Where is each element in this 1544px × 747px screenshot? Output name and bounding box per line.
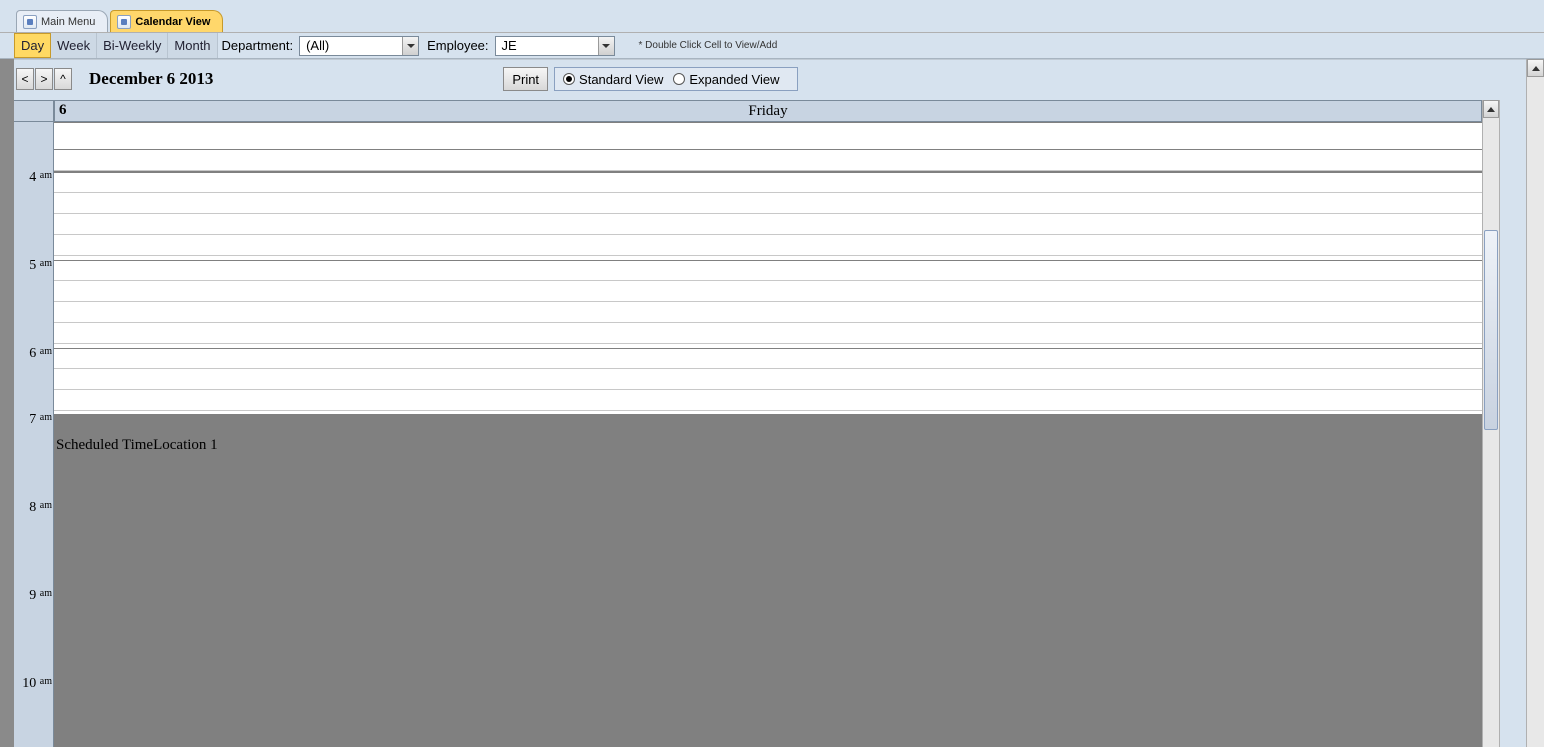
document-tabs: Main Menu Calendar View — [0, 0, 1544, 33]
time-cell[interactable] — [54, 302, 1482, 323]
time-grid: 4 am5 am6 am7 am8 am9 am10 am Scheduled … — [14, 122, 1482, 747]
radio-label: Expanded View — [689, 72, 779, 87]
scroll-up-icon[interactable] — [1527, 59, 1544, 77]
time-cell[interactable] — [54, 281, 1482, 302]
nav-row: < > ^ December 6 2013 Print Standard Vie… — [14, 60, 1530, 94]
tab-label: Calendar View — [135, 16, 210, 28]
time-cell[interactable] — [54, 390, 1482, 411]
employee-combo[interactable]: JE — [495, 36, 615, 56]
department-label: Department: — [218, 38, 300, 53]
view-tab-month[interactable]: Month — [168, 33, 217, 58]
hour-label: 5 am — [14, 258, 54, 274]
radio-standard-view[interactable]: Standard View — [563, 72, 663, 87]
tab-main-menu[interactable]: Main Menu — [16, 10, 108, 32]
view-range-tabs: Day Week Bi-Weekly Month — [14, 33, 218, 58]
time-gutter-header — [14, 101, 54, 121]
hour-label: 9 am — [14, 588, 54, 604]
hint-text: * Double Click Cell to View/Add — [639, 40, 778, 51]
radio-label: Standard View — [579, 72, 663, 87]
scroll-thumb[interactable] — [1484, 230, 1498, 430]
employee-label: Employee: — [423, 38, 494, 53]
up-button[interactable]: ^ — [54, 68, 72, 90]
scroll-up-icon[interactable] — [1483, 100, 1499, 118]
time-cell[interactable] — [54, 193, 1482, 214]
radio-icon — [563, 73, 575, 85]
calendar-scrollbar[interactable] — [1482, 100, 1500, 747]
allday-area[interactable] — [54, 122, 1482, 172]
hour-label: 7 am — [14, 412, 54, 428]
calendar-content: < > ^ December 6 2013 Print Standard Vie… — [14, 59, 1530, 747]
department-value: (All) — [306, 38, 329, 53]
view-mode-group: Standard View Expanded View — [554, 67, 798, 91]
time-cell[interactable] — [54, 414, 1482, 435]
form-icon — [23, 15, 37, 29]
time-cell[interactable] — [54, 348, 1482, 369]
tab-label: Main Menu — [41, 16, 95, 28]
event-block[interactable]: Scheduled TimeLocation 1 — [54, 436, 1482, 747]
time-cell[interactable] — [54, 235, 1482, 256]
dropdown-icon[interactable] — [598, 37, 614, 55]
time-cell[interactable] — [54, 172, 1482, 193]
window-scrollbar[interactable] — [1526, 59, 1544, 747]
print-button[interactable]: Print — [503, 67, 548, 91]
view-tab-week[interactable]: Week — [51, 33, 97, 58]
radio-icon — [673, 73, 685, 85]
tab-calendar-view[interactable]: Calendar View — [110, 10, 223, 32]
hour-block[interactable]: 6 am — [54, 348, 1482, 411]
next-button[interactable]: > — [35, 68, 53, 90]
day-column-header[interactable]: 6 Friday — [54, 101, 1482, 121]
hour-label: 6 am — [14, 346, 54, 362]
day-number: 6 — [59, 102, 67, 119]
radio-expanded-view[interactable]: Expanded View — [673, 72, 779, 87]
prev-button[interactable]: < — [16, 68, 34, 90]
hour-label: 10 am — [14, 676, 54, 692]
hour-block[interactable]: 4 am — [54, 172, 1482, 256]
hour-label: 8 am — [14, 500, 54, 516]
view-tab-day[interactable]: Day — [14, 33, 51, 58]
view-tab-biweekly[interactable]: Bi-Weekly — [97, 33, 168, 58]
time-cell[interactable] — [54, 214, 1482, 235]
event-title: Scheduled TimeLocation 1 — [56, 437, 218, 453]
hour-block[interactable]: 5 am — [54, 260, 1482, 344]
department-combo[interactable]: (All) — [299, 36, 419, 56]
form-icon — [117, 15, 131, 29]
filter-toolbar: Day Week Bi-Weekly Month Department: (Al… — [0, 33, 1544, 59]
day-header-row: 6 Friday — [14, 100, 1482, 122]
day-name: Friday — [748, 103, 787, 120]
time-gutter — [14, 122, 54, 747]
employee-value: JE — [502, 38, 517, 53]
time-cell[interactable] — [54, 260, 1482, 281]
time-cell[interactable] — [54, 323, 1482, 344]
date-heading: December 6 2013 — [89, 69, 213, 89]
dropdown-icon[interactable] — [402, 37, 418, 55]
calendar-grid-wrap: 6 Friday 4 am5 am6 am7 am8 am9 am10 am S… — [14, 100, 1482, 747]
hour-label: 4 am — [14, 170, 54, 186]
time-cell[interactable] — [54, 369, 1482, 390]
